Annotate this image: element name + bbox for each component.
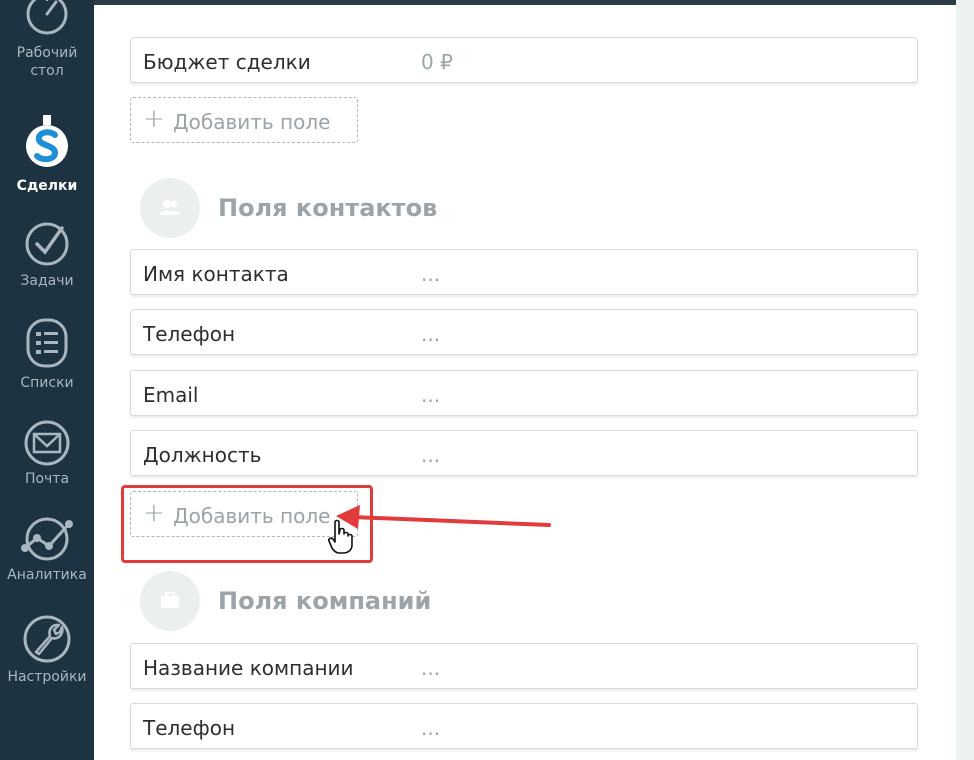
field-row-company-phone[interactable]: Телефон ...: [130, 703, 918, 749]
sidebar-item-label: Задачи: [20, 273, 74, 289]
sidebar-item-settings[interactable]: Настройки: [0, 614, 94, 686]
sidebar-item-lists[interactable]: Списки: [0, 318, 94, 392]
sidebar-item-label: Сделки: [16, 178, 78, 194]
briefcase-icon: [140, 571, 200, 631]
dollar-icon: [26, 115, 68, 167]
sidebar-item-mail[interactable]: Почта: [0, 420, 94, 488]
wrench-settings-icon: [23, 615, 71, 663]
analytics-chart-icon: [21, 517, 73, 561]
field-row-company-name[interactable]: Название компании ...: [130, 643, 918, 689]
checkmark-circle-icon: [25, 222, 69, 266]
field-value: ...: [421, 716, 441, 740]
sidebar-item-analytics[interactable]: Аналитика: [0, 516, 94, 584]
sidebar-item-tasks[interactable]: Задачи: [0, 220, 94, 290]
sidebar-item-label: Списки: [20, 375, 74, 391]
dashboard-gauge-icon: [26, 0, 68, 35]
field-name: Телефон: [143, 716, 236, 740]
section-title: Поля компаний: [218, 587, 432, 615]
sidebar-item-dashboard[interactable]: Рабочий стол: [0, 0, 94, 80]
hand-cursor-icon: [328, 519, 353, 554]
fields-panel: Бюджет сделки 0 ₽ + Добавить поле Поля к…: [94, 5, 956, 760]
field-name: Название компании: [143, 656, 354, 680]
scrollbar[interactable]: [956, 0, 974, 760]
sidebar-item-label: Аналитика: [7, 567, 87, 583]
mail-envelope-icon: [24, 420, 70, 466]
sidebar: Рабочий стол Сделки Задачи Списки Почта …: [0, 0, 94, 760]
sidebar-item-label: Настройки: [7, 669, 87, 685]
sidebar-item-label: Рабочий: [16, 45, 78, 61]
sidebar-item-label-line2: стол: [30, 63, 64, 79]
field-value: ...: [421, 656, 441, 680]
sidebar-item-deals[interactable]: Сделки: [0, 113, 94, 195]
list-document-icon: [26, 318, 68, 368]
sidebar-item-label: Почта: [24, 471, 70, 487]
